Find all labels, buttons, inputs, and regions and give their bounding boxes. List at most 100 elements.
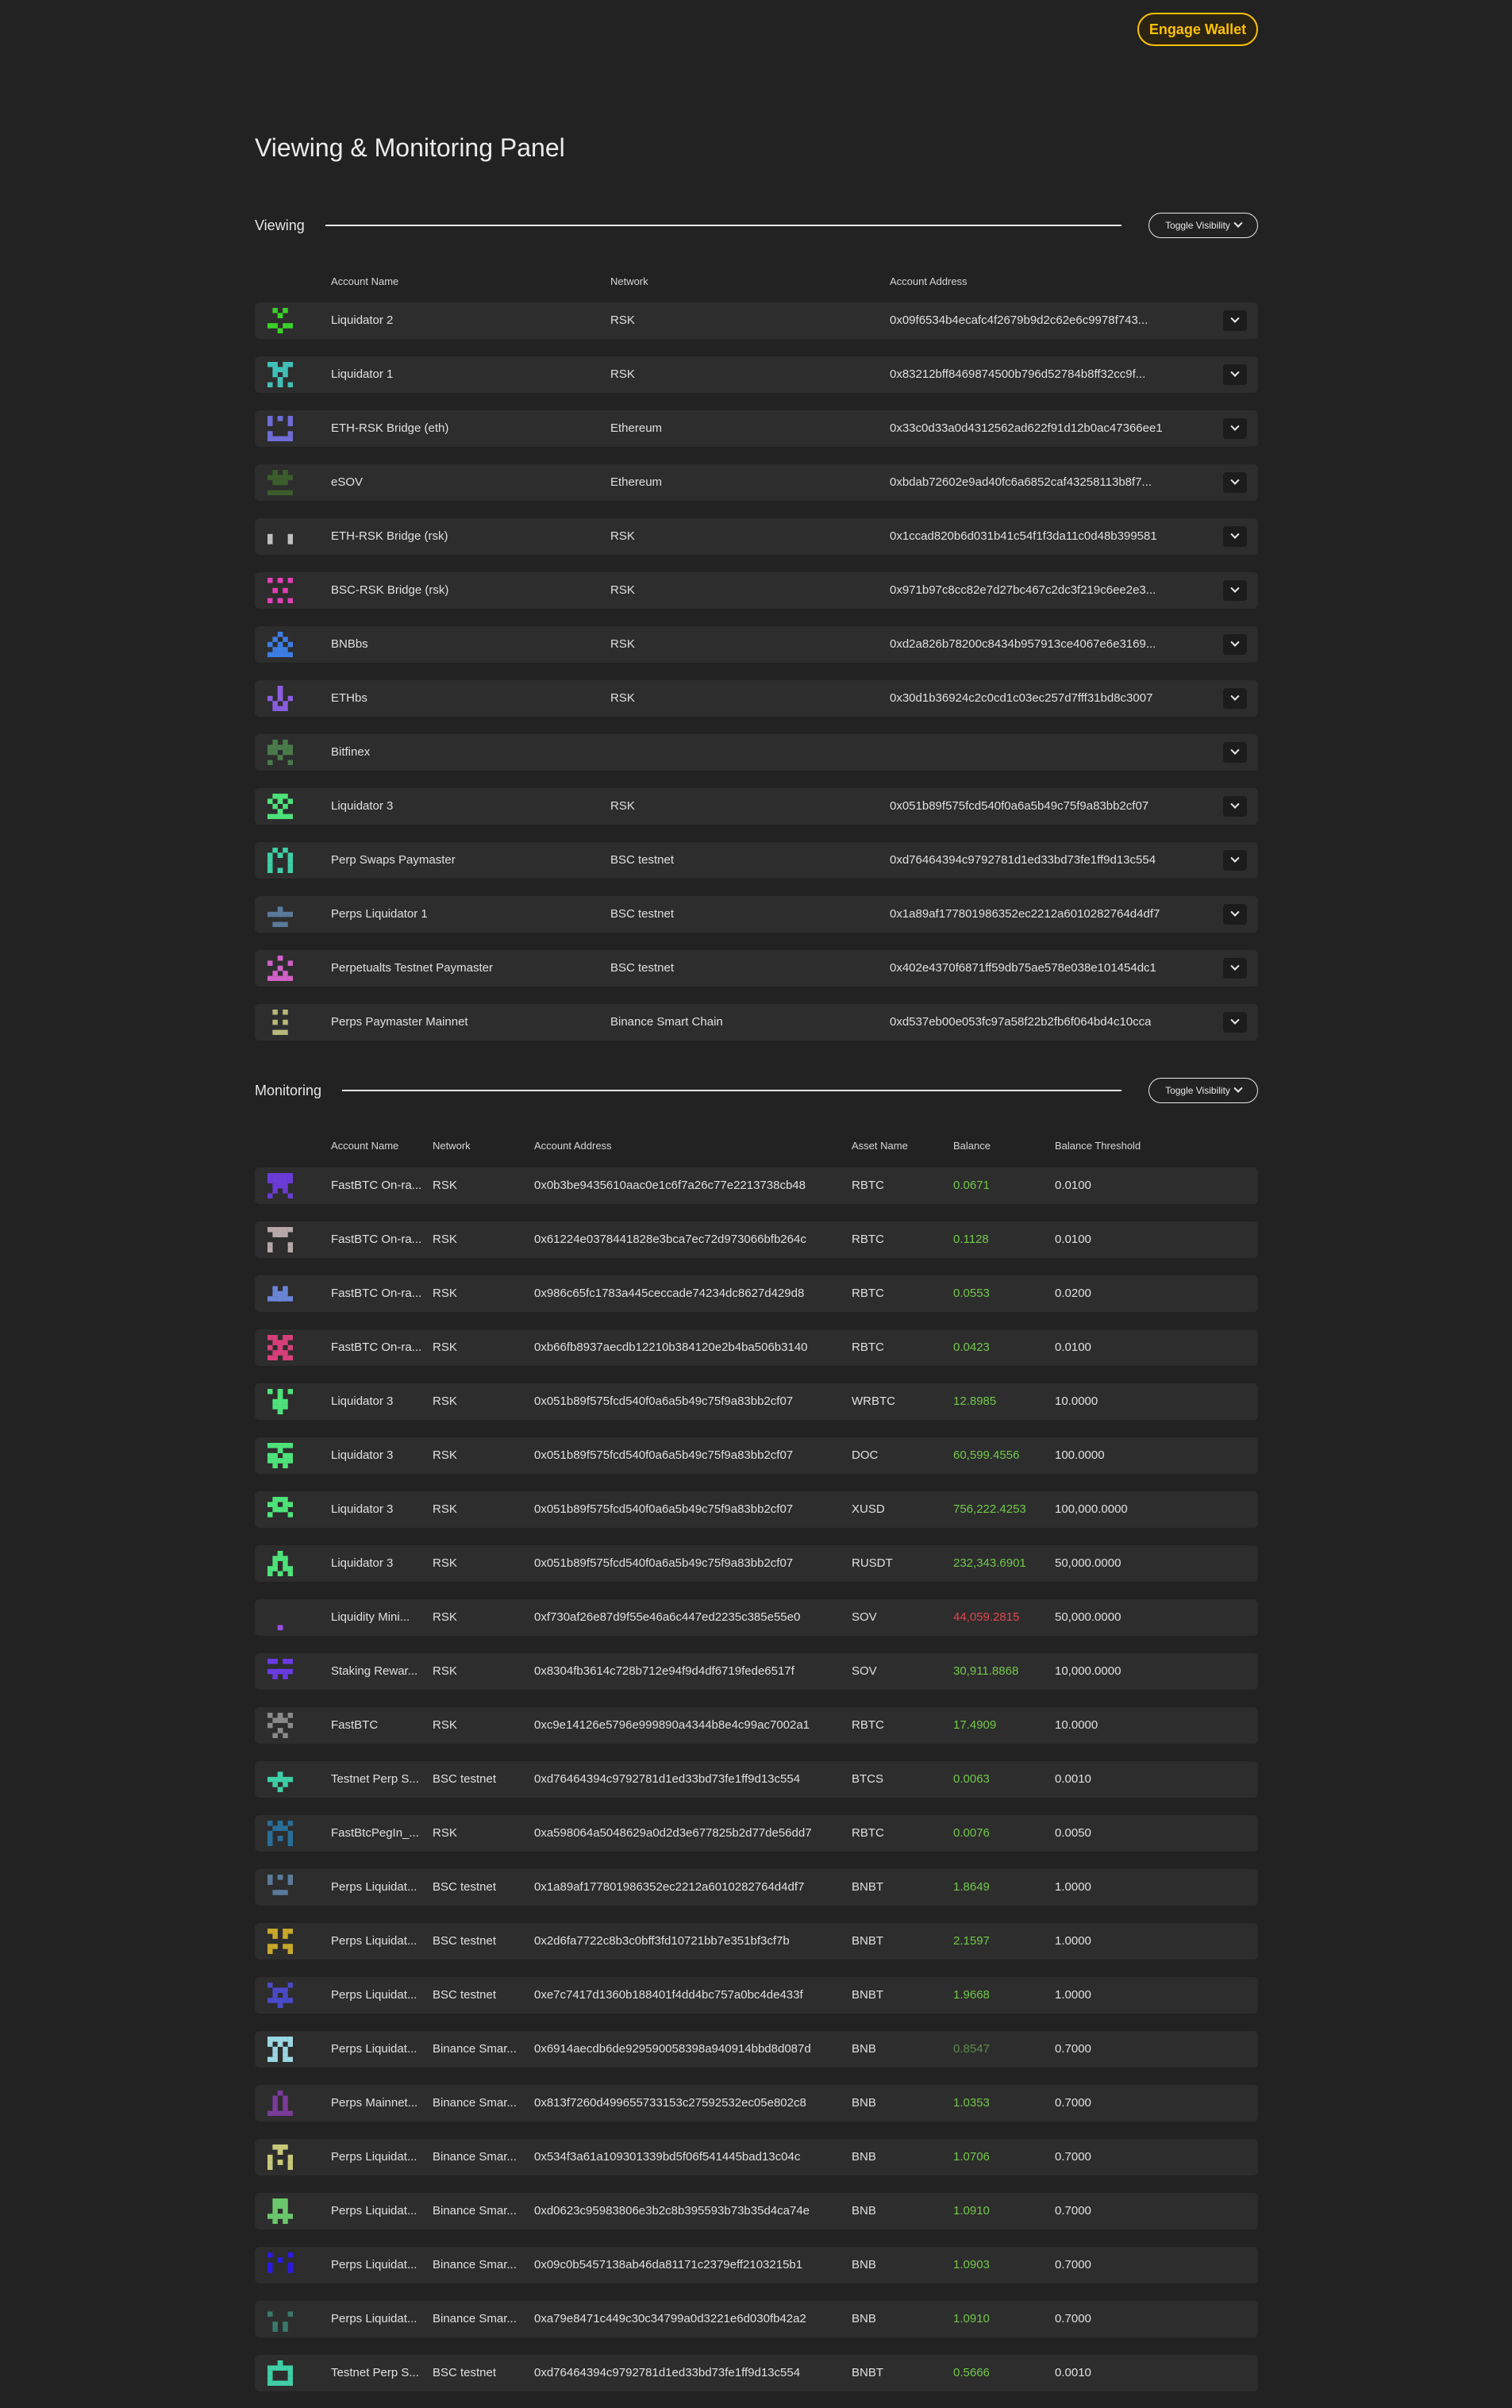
viewing-table-row[interactable]: Perps Liquidator 1 BSC testnet 0x1a89af177… xyxy=(255,896,1258,933)
monitoring-table-row[interactable]: Testnet Perp S... BSC testnet 0xd76464394c… xyxy=(255,1761,1258,1798)
account-name: ETH-RSK Bridge (rsk) xyxy=(331,529,448,543)
account-name: Perps Liquidat... xyxy=(331,2150,417,2164)
expand-row-button[interactable] xyxy=(1223,688,1247,709)
account-name: BSC-RSK Bridge (rsk) xyxy=(331,583,449,597)
expand-row-button[interactable] xyxy=(1223,1012,1247,1033)
viewing-table-row[interactable]: ETH-RSK Bridge (eth) Ethereum 0x33c0d33a0d… xyxy=(255,410,1258,447)
account-address: 0xd537eb00e053fc97a58f22b2fb6f064bd4c10c… xyxy=(890,1015,1152,1029)
account-address: 0x051b89f575fcd540f0a6a5b49c75f9a83bb2cf… xyxy=(534,1394,794,1408)
account-avatar-icon xyxy=(267,1443,293,1468)
monitoring-table-row[interactable]: Staking Rewar... RSK 0x8304fb3614c728b712e… xyxy=(255,1653,1258,1690)
chevron-down-icon xyxy=(1230,853,1240,863)
account-name: FastBTC On-ra... xyxy=(331,1233,422,1246)
monitoring-table-row[interactable]: Perps Liquidat... BSC testnet 0xe7c7417d13… xyxy=(255,1977,1258,2014)
monitoring-table-row[interactable]: FastBTC On-ra... RSK 0x0b3be9435610aac0e1c… xyxy=(255,1167,1258,1204)
monitoring-table-row[interactable]: Liquidator 3 RSK 0x051b89f575fcd540f0a6a5b… xyxy=(255,1437,1258,1474)
monitoring-table-row[interactable]: Perps Liquidat... BSC testnet 0x2d6fa7722c… xyxy=(255,1923,1258,1960)
balance-threshold: 0.7000 xyxy=(1055,2150,1091,2164)
expand-row-button[interactable] xyxy=(1223,526,1247,547)
balance: 30,911.8868 xyxy=(953,1664,1019,1678)
account-avatar-icon xyxy=(267,1821,293,1846)
asset-name: BNB xyxy=(852,2258,876,2271)
account-name: Perps Paymaster Mainnet xyxy=(331,1015,468,1029)
viewing-table-row[interactable]: Perp Swaps Paymaster BSC testnet 0xd764643… xyxy=(255,842,1258,879)
chevron-down-icon xyxy=(1230,691,1240,701)
monitoring-table-row[interactable]: FastBtcPegIn_... RSK 0xa598064a5048629a0d2… xyxy=(255,1815,1258,1852)
monitoring-table-row[interactable]: FastBTC On-ra... RSK 0xb66fb8937aecdb12210… xyxy=(255,1329,1258,1366)
viewing-table-row[interactable]: BNBbs RSK 0xd2a826b78200c8434b957913ce4067… xyxy=(255,626,1258,663)
column-header: Balance xyxy=(953,1140,991,1152)
viewing-table-row[interactable]: BSC-RSK Bridge (rsk) RSK 0x971b97c8cc82e7d… xyxy=(255,572,1258,609)
expand-row-button[interactable] xyxy=(1223,580,1247,601)
monitoring-table-row[interactable]: Liquidator 3 RSK 0x051b89f575fcd540f0a6a5b… xyxy=(255,1383,1258,1420)
account-name: eSOV xyxy=(331,475,364,489)
monitoring-table-row[interactable]: Perps Liquidat... Binance Smar... 0x09c0b5… xyxy=(255,2247,1258,2283)
account-address: 0x1ccad820b6d031b41c54f1f3da11c0d48b3995… xyxy=(890,529,1157,543)
balance: 0.8547 xyxy=(953,2042,990,2056)
balance: 0.0553 xyxy=(953,1287,990,1300)
monitoring-table-row[interactable]: Liquidator 3 RSK 0x051b89f575fcd540f0a6a5b… xyxy=(255,1491,1258,1528)
monitoring-table-row[interactable]: FastBTC RSK 0xc9e14126e5796e999890a4344b8e… xyxy=(255,1707,1258,1744)
chevron-down-icon xyxy=(1230,583,1240,593)
account-name: FastBTC On-ra... xyxy=(331,1179,422,1192)
account-address: 0x33c0d33a0d4312562ad622f91d12b0ac47366e… xyxy=(890,421,1163,435)
account-name: FastBTC On-ra... xyxy=(331,1341,422,1354)
expand-row-button[interactable] xyxy=(1223,904,1247,925)
asset-name: BNB xyxy=(852,2312,876,2325)
monitoring-table-row[interactable]: Perps Liquidat... Binance Smar... 0x6914ae… xyxy=(255,2031,1258,2068)
monitoring-table-row[interactable]: Perps Liquidat... Binance Smar... 0xd0623c… xyxy=(255,2193,1258,2229)
account-name: ETHbs xyxy=(331,691,367,705)
account-name: Bitfinex xyxy=(331,745,371,759)
monitoring-table-row[interactable]: Perps Mainnet... Binance Smar... 0x813f726… xyxy=(255,2085,1258,2121)
balance: 232,343.6901 xyxy=(953,1556,1026,1570)
monitoring-table-row[interactable]: Testnet Perp S... BSC testnet 0xd76464394c… xyxy=(255,2355,1258,2391)
monitoring-table-row[interactable]: Liquidator 3 RSK 0x051b89f575fcd540f0a6a5b… xyxy=(255,1545,1258,1582)
network: BSC testnet xyxy=(433,1988,497,2002)
viewing-table-row[interactable]: ETHbs RSK 0x30d1b36924c2c0cd1c03ec257d7fff… xyxy=(255,680,1258,717)
monitoring-column-headers: Account Name Network Account Address Asset … xyxy=(255,1140,1258,1156)
expand-row-button[interactable] xyxy=(1223,364,1247,385)
viewing-table-row[interactable]: Liquidator 3 RSK 0x051b89f575fcd540f0a6a5b… xyxy=(255,788,1258,825)
monitoring-table-row[interactable]: Perps Liquidat... BSC testnet 0x1a89af1778… xyxy=(255,1869,1258,1906)
expand-row-button[interactable] xyxy=(1223,958,1247,979)
viewing-table-row[interactable]: Liquidator 2 RSK 0x09f6534b4ecafc4f2679b9d… xyxy=(255,302,1258,339)
network: BSC testnet xyxy=(433,2366,497,2379)
network: Ethereum xyxy=(610,421,663,435)
expand-row-button[interactable] xyxy=(1223,418,1247,439)
monitoring-table-row[interactable]: Liquidity Mini... RSK 0xf730af26e87d9f55e4… xyxy=(255,1599,1258,1636)
asset-name: BNBT xyxy=(852,1934,884,1948)
expand-row-button[interactable] xyxy=(1223,850,1247,871)
expand-row-button[interactable] xyxy=(1223,310,1247,331)
balance-threshold: 1.0000 xyxy=(1055,1880,1091,1894)
viewing-table-row[interactable]: Perpetualts Testnet Paymaster BSC testnet… xyxy=(255,950,1258,987)
network: RSK xyxy=(433,1556,457,1570)
monitoring-table-row[interactable]: FastBTC On-ra... RSK 0x61224e0378441828e3b… xyxy=(255,1221,1258,1258)
account-name: Staking Rewar... xyxy=(331,1664,418,1678)
viewing-toggle-visibility-button[interactable]: Toggle Visibility xyxy=(1148,213,1258,238)
monitoring-table-row[interactable]: FastBTC On-ra... RSK 0x986c65fc1783a445cec… xyxy=(255,1275,1258,1312)
account-address: 0x051b89f575fcd540f0a6a5b49c75f9a83bb2cf… xyxy=(890,799,1149,813)
monitoring-table-row[interactable]: Perps Liquidat... Binance Smar... 0x534f3a… xyxy=(255,2139,1258,2175)
account-avatar-icon xyxy=(267,740,293,765)
monitoring-table-row[interactable]: Perps Liquidat... Binance Smar... 0xa79e84… xyxy=(255,2301,1258,2337)
monitoring-toggle-visibility-button[interactable]: Toggle Visibility xyxy=(1148,1078,1258,1103)
viewing-table-row[interactable]: Liquidator 1 RSK 0x83212bff8469874500b796d… xyxy=(255,356,1258,393)
network: RSK xyxy=(610,529,635,543)
expand-row-button[interactable] xyxy=(1223,634,1247,655)
viewing-table-row[interactable]: Perps Paymaster Mainnet Binance Smart Cha… xyxy=(255,1004,1258,1041)
account-address: 0x402e4370f6871ff59db75ae578e038e101454d… xyxy=(890,961,1156,975)
column-header: Account Name xyxy=(331,1140,399,1152)
account-address: 0x61224e0378441828e3bca7ec72d973066bfb26… xyxy=(534,1233,806,1246)
expand-row-button[interactable] xyxy=(1223,472,1247,493)
viewing-table-row[interactable]: ETH-RSK Bridge (rsk) RSK 0x1ccad820b6d031b… xyxy=(255,518,1258,555)
network: Binance Smar... xyxy=(433,2042,517,2056)
viewing-table-row[interactable]: eSOV Ethereum 0xbdab72602e9ad40fc6a6852caf… xyxy=(255,464,1258,501)
engage-wallet-button[interactable]: Engage Wallet xyxy=(1137,13,1258,46)
account-name: Perps Liquidat... xyxy=(331,1880,417,1894)
network: RSK xyxy=(433,1179,457,1192)
expand-row-button[interactable] xyxy=(1223,742,1247,763)
expand-row-button[interactable] xyxy=(1223,796,1247,817)
account-name: Testnet Perp S... xyxy=(331,1772,419,1786)
viewing-table-row[interactable]: Bitfinex xyxy=(255,734,1258,771)
account-address: 0x6914aecdb6de929590058398a940914bbd8d08… xyxy=(534,2042,811,2056)
